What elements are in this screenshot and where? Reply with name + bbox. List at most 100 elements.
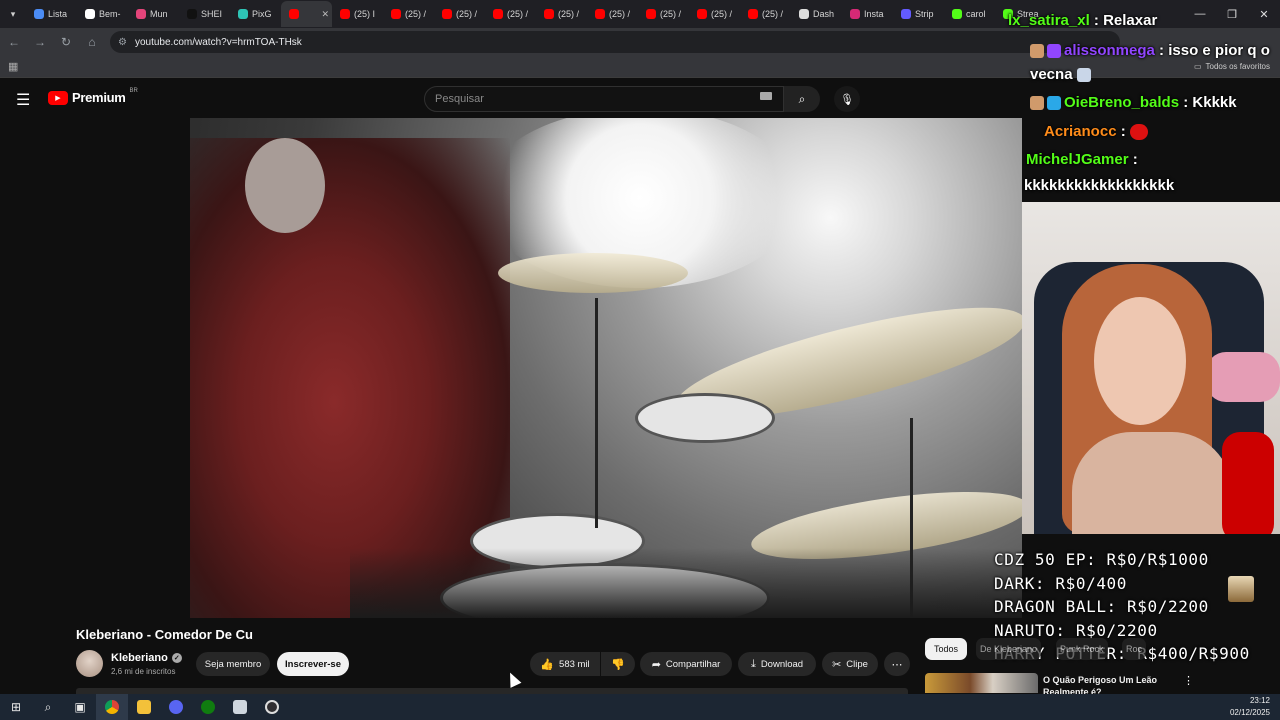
country-code: BR xyxy=(129,87,138,94)
chat-separator: : xyxy=(1089,12,1104,29)
youtube-logo[interactable]: ▶ Premium BR xyxy=(48,87,138,105)
channel-avatar[interactable] xyxy=(76,650,103,677)
browser-tab[interactable]: (25) / xyxy=(485,1,536,27)
tab-label: Dash xyxy=(813,9,835,19)
channel-name-link[interactable]: Kleberiano ✓ xyxy=(111,652,182,664)
emote-icon xyxy=(1129,124,1148,141)
like-count: 583 mil xyxy=(559,658,590,670)
file-explorer-icon[interactable] xyxy=(128,694,160,720)
app-logo xyxy=(233,700,247,714)
minimize-icon[interactable]: — xyxy=(1184,0,1216,28)
cymbal-stand xyxy=(595,298,598,528)
recommended-more-icon[interactable]: ⋮ xyxy=(1183,674,1194,687)
search-taskbar-icon[interactable]: ⌕ xyxy=(32,694,64,720)
tab-favicon-icon xyxy=(187,9,197,19)
browser-tab[interactable]: Insta xyxy=(842,1,893,27)
video-shadow xyxy=(350,548,1022,618)
menu-icon[interactable]: ☰ xyxy=(16,90,30,110)
chat-user: OieBreno_balds xyxy=(1064,94,1180,111)
filter-chip-channel[interactable]: De Kleberiano xyxy=(976,638,1042,660)
back-icon[interactable]: ← xyxy=(2,30,26,54)
browser-tab[interactable]: (25) / xyxy=(383,1,434,27)
tab-favicon-icon xyxy=(646,9,656,19)
browser-tab[interactable]: Mun xyxy=(128,1,179,27)
window-controls: — ❐ ✕ xyxy=(1184,0,1280,28)
app-icon[interactable] xyxy=(224,694,256,720)
recommended-thumbnail[interactable] xyxy=(925,673,1038,693)
maximize-icon[interactable]: ❐ xyxy=(1216,0,1248,28)
search-button[interactable]: ⌕ xyxy=(784,86,820,112)
discord-icon[interactable] xyxy=(160,694,192,720)
chat-text: isso e pior q o xyxy=(1168,42,1270,59)
dislike-button[interactable]: 👎 xyxy=(601,652,635,676)
like-button[interactable]: 👍 583 mil xyxy=(530,652,600,676)
download-button[interactable]: ⤓ Download xyxy=(738,652,816,676)
scissors-icon: ✂ xyxy=(832,658,842,671)
system-clock[interactable]: 23:12 02/12/2025 xyxy=(1230,695,1270,719)
browser-tab[interactable]: (25) / xyxy=(434,1,485,27)
filter-chip-punk-rock[interactable]: Punk Rock xyxy=(1056,638,1108,660)
chat-message: alissonmega : isso e pior q o xyxy=(1030,42,1270,59)
browser-tab[interactable]: SHEI xyxy=(179,1,230,27)
chat-text: Kkkkk xyxy=(1192,94,1237,111)
streamer-webcam xyxy=(1022,202,1280,534)
join-button[interactable]: Seja membro xyxy=(196,652,270,676)
xbox-icon[interactable] xyxy=(192,694,224,720)
more-actions-button[interactable]: ⋯ xyxy=(884,652,910,676)
voice-search-button[interactable]: 🎙 xyxy=(834,86,860,112)
filter-label: Roc xyxy=(1126,644,1143,654)
site-info-icon[interactable]: ⚙ xyxy=(118,37,127,48)
drummer-head xyxy=(245,138,325,233)
tab-favicon-icon xyxy=(340,9,350,19)
browser-tab[interactable]: carol xyxy=(944,1,995,27)
tab-favicon-icon xyxy=(391,9,401,19)
tab-label: (25) / xyxy=(558,9,580,19)
browser-tab[interactable]: Bem- xyxy=(77,1,128,27)
task-view-icon[interactable]: ▣ xyxy=(64,694,96,720)
clip-button[interactable]: ✂ Clipe xyxy=(822,652,878,676)
tab-favicon-icon xyxy=(952,9,962,19)
goal-line: CDZ 50 EP: R$0/R$1000 xyxy=(994,550,1209,569)
address-bar[interactable]: ⚙ youtube.com/watch?v=hrmTOA-THsk xyxy=(110,31,1120,53)
xbox-logo xyxy=(201,700,215,714)
chrome-icon[interactable] xyxy=(96,694,128,720)
chat-user: lx_satira_xl xyxy=(1008,12,1090,29)
tab-search-icon[interactable]: ▾ xyxy=(4,5,22,23)
forward-icon[interactable]: → xyxy=(28,30,52,54)
browser-tab[interactable]: Lista xyxy=(26,1,77,27)
browser-tab[interactable]: (25) / xyxy=(689,1,740,27)
filter-chip-all[interactable]: Todos xyxy=(925,638,967,660)
close-window-icon[interactable]: ✕ xyxy=(1248,0,1280,28)
sub-badge-icon xyxy=(1047,96,1061,111)
tab-favicon-icon xyxy=(544,9,554,19)
home-icon[interactable]: ⌂ xyxy=(80,30,104,54)
streamer-face xyxy=(1094,297,1186,425)
obs-icon[interactable] xyxy=(256,694,288,720)
start-icon[interactable]: ⊞ xyxy=(0,694,32,720)
browser-tab[interactable]: (25) / xyxy=(740,1,791,27)
tab-label: (25) / xyxy=(507,9,529,19)
chat-user: alissonmega xyxy=(1064,42,1155,59)
subscribe-button[interactable]: Inscrever-se xyxy=(277,652,349,676)
reload-icon[interactable]: ↻ xyxy=(54,30,78,54)
search-input[interactable]: Pesquisar xyxy=(424,86,784,112)
tab-favicon-icon xyxy=(493,9,503,19)
keyboard-icon[interactable] xyxy=(760,92,772,100)
browser-tab[interactable]: (25) I xyxy=(332,1,383,27)
browser-tab[interactable]: Dash xyxy=(791,1,842,27)
video-player[interactable] xyxy=(190,118,1022,618)
apps-grid-icon[interactable]: ▦ xyxy=(8,60,18,73)
browser-tab[interactable]: (25) / xyxy=(587,1,638,27)
share-button[interactable]: ➦ Compartilhar xyxy=(640,652,732,676)
video-title: Kleberiano - Comedor De Cu xyxy=(76,627,253,642)
all-bookmarks-button[interactable]: ▭ Todos os favoritos xyxy=(1194,62,1270,71)
browser-tab[interactable]: Strip xyxy=(893,1,944,27)
tab-label: (25) / xyxy=(456,9,478,19)
browser-tab[interactable]: ✕ xyxy=(281,1,332,27)
close-tab-icon[interactable]: ✕ xyxy=(321,9,329,20)
browser-tab[interactable]: (25) / xyxy=(638,1,689,27)
browser-tab[interactable]: (25) / xyxy=(536,1,587,27)
browser-tab[interactable]: PixG xyxy=(230,1,281,27)
tab-list: Lista Bem- Mun SHEI PixG ✕ (25) I (25) / (25) / (… xyxy=(26,1,1046,27)
filter-chip-rock[interactable]: Roc xyxy=(1122,638,1147,660)
